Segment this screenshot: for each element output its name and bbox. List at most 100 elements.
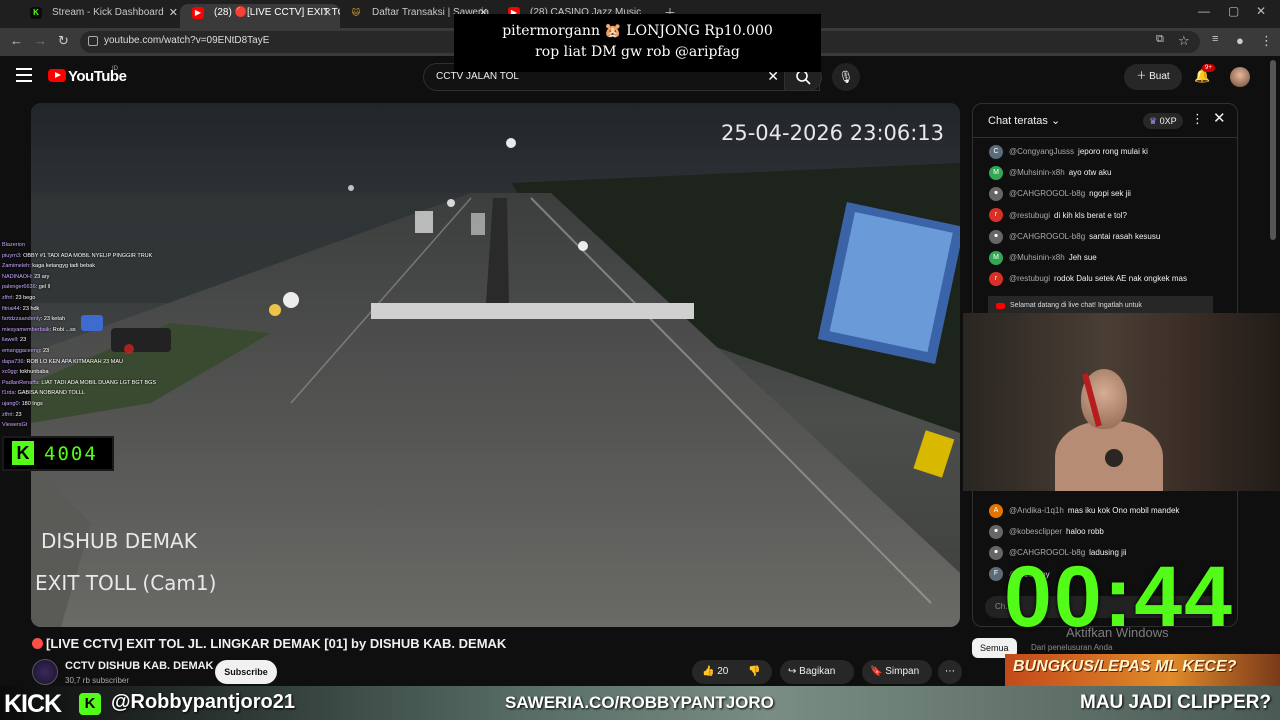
stream-bottom-banner: KICK K @Robbypantjoro21 SAWERIA.CO/ROBBY… [0,686,1280,720]
site-info-icon[interactable] [88,36,98,46]
tab-label: (28) 🔴[LIVE CCTV] EXIT TOL JL [214,7,340,18]
countdown-timer: 00:44 [1004,549,1234,645]
youtube-mini-icon [996,303,1005,309]
like-count: 20 [717,666,729,677]
close-tab-icon[interactable]: ✕ [323,4,332,22]
overlay-chat-text: tokhunbaba [19,369,49,376]
install-app-icon[interactable]: ⧉ [1156,33,1164,46]
overlay-chat-line: PadlanRenaffa: LIAT TADI ADA MOBIL DUANG… [2,379,157,386]
overlay-chat-line: miesyamemberbaik: Robi ...ss [2,326,76,333]
maximize-icon[interactable]: ▢ [1228,4,1239,18]
overlay-chat-user: ujang0 [2,400,19,407]
browser-menu-icon[interactable]: ⋮ [1260,33,1273,49]
account-avatar[interactable] [1230,67,1250,87]
chat-author-name[interactable]: @CongyangJusss [1009,147,1074,156]
overlay-chat-user: dapa736 [2,358,24,365]
close-window-icon[interactable]: ✕ [1256,4,1266,18]
overlay-chat-text: 23 bego [15,294,36,301]
channel-avatar[interactable] [32,659,58,685]
chat-author-name[interactable]: @Andika-i1q1h [1009,506,1064,515]
chat-author-avatar[interactable]: C [989,144,1003,159]
notification-count-badge: 9+ [1202,64,1215,72]
chat-author-name[interactable]: @Muhsinin-x8h [1009,168,1065,177]
overlay-chat-text: 23 [42,347,50,354]
back-icon[interactable]: ← [10,33,23,48]
overlay-chat-user: NADINAOH [2,273,32,280]
tab-kick-dashboard[interactable]: K Stream - Kick Dashboard ✕ [18,4,186,28]
overlay-chat-user: piuyrn3 [2,252,21,259]
dislike-button[interactable]: 👎 [748,660,760,684]
forward-icon[interactable]: → [34,33,47,48]
chat-author-avatar[interactable]: M [989,250,1003,265]
chat-message-text: ayo otw aku [1068,168,1112,178]
bookmark-star-icon[interactable]: ☆ [1178,33,1190,49]
more-horizontal-icon: ⋯ [945,666,955,677]
promo-banner-text: BUNGKUS/LEPAS ML KECE? [1013,658,1237,675]
chat-author-avatar[interactable]: ⚫ [989,546,1003,561]
chat-mode-dropdown[interactable]: Chat teratas ⌄ [988,114,1060,127]
overlay-chat-text: GABISA NOBRAND TOLLL [17,390,85,397]
media-controls-icon[interactable]: ≡ [1212,33,1218,45]
bookmark-icon: 🔖 [870,666,883,677]
chat-author-name[interactable]: @restubugi [1009,274,1050,283]
chevron-down-icon: ⌄ [1050,115,1061,127]
reload-icon[interactable]: ↻ [58,33,69,49]
subscribe-button[interactable]: Subscribe [215,660,277,684]
voice-search-icon[interactable]: 🎙 [832,63,860,91]
profile-icon[interactable]: ● [1236,33,1244,48]
overlay-chat-user: f1rda [2,390,15,397]
overlay-chat-text: LIAT TADI ADA MOBIL DUANG LGT BGT BGS [41,379,157,386]
chat-author-name[interactable]: @CAHGROGOL-b8g [1009,232,1085,241]
live-dot-icon [32,638,43,649]
page-scrollbar[interactable] [1270,60,1276,240]
chat-author-avatar[interactable]: M [989,166,1003,181]
overlay-chat-text: ROB LO KEN APA KITMARAH 23 MAU [26,358,123,365]
donation-line-2: rop liat DM gw rob @aripfag [535,44,740,60]
chat-message: M @Muhsinin-x8h ayo otw aku [989,165,1111,181]
chat-more-icon[interactable]: ⋮ [1191,111,1204,127]
chat-author-avatar[interactable]: A [989,503,1003,518]
chat-author-avatar[interactable]: ⚫ [989,229,1003,244]
chat-author-name[interactable]: @Muhsinin-x8h [1009,253,1065,262]
save-button[interactable]: 🔖 Simpan [862,660,932,684]
welcome-text: Selamat datang di live chat! Ingatlah un… [1010,302,1142,309]
overlay-chat-user: zlfrrl [2,411,13,418]
chat-author-avatar[interactable]: ⚫ [989,187,1003,202]
saweria-favicon-icon: 🐱 [351,8,361,17]
chat-author-avatar[interactable]: r [989,208,1003,223]
like-button[interactable]: 👍 20 [702,660,728,684]
overlay-chat-line: ViewersGt [2,420,172,431]
xp-badge[interactable]: ♛ 0XP [1143,113,1183,129]
overlay-chat-line: liawell: 23 [2,337,27,344]
more-actions-button[interactable]: ⋯ [938,660,962,684]
chat-author-avatar[interactable]: r [989,272,1003,287]
overlay-chat-user: zlfrrl [2,294,13,301]
chat-message: M @Muhsinin-x8h Jeh sue [989,250,1097,266]
chat-header: Chat teratas ⌄ ♛ 0XP ⋮ ✕ [973,104,1237,138]
channel-name[interactable]: CCTV DISHUB KAB. DEMAK [65,660,214,672]
chat-author-name[interactable]: @restubugi [1009,211,1050,220]
create-button[interactable]: ＋ Buat [1124,64,1182,90]
chat-author-avatar[interactable]: F [989,567,1003,582]
video-title: [LIVE CCTV] EXIT TOL JL. LINGKAR DEMAK [… [32,636,506,651]
overlay-chat-text: 23 ketah [43,316,66,323]
streamer-webcam [963,313,1280,491]
chat-author-avatar[interactable]: ⚫ [989,525,1003,540]
overlay-chat-user: liawell [2,337,17,344]
menu-icon[interactable] [16,68,32,82]
chat-close-icon[interactable]: ✕ [1213,109,1226,127]
overlay-chat-line: NADINAOH: 23 ary [2,273,50,280]
share-button[interactable]: ↪ Bagikan [780,660,854,684]
viewer-count: 4004 [44,443,98,465]
chat-message-text: Jeh sue [1068,253,1097,262]
overlay-chat-user: ViewersGt [2,422,28,429]
chat-author-name[interactable]: @CAHGROGOL-b8g [1009,189,1085,198]
minimize-icon[interactable]: — [1198,4,1210,18]
youtube-logo-icon[interactable] [48,69,66,82]
close-tab-icon[interactable]: ✕ [169,4,178,22]
chat-message: C @CongyangJusss jeporo rong mulai ki [989,144,1148,160]
overlay-chat-text: kaga ketangyg tadi bebak [32,263,95,270]
chat-author-name[interactable]: @kobesclipper [1009,527,1062,536]
thumbs-down-icon: 👎 [748,666,761,677]
tab-youtube-cctv[interactable]: ▶ (28) 🔴[LIVE CCTV] EXIT TOL JL ✕ [180,4,340,28]
